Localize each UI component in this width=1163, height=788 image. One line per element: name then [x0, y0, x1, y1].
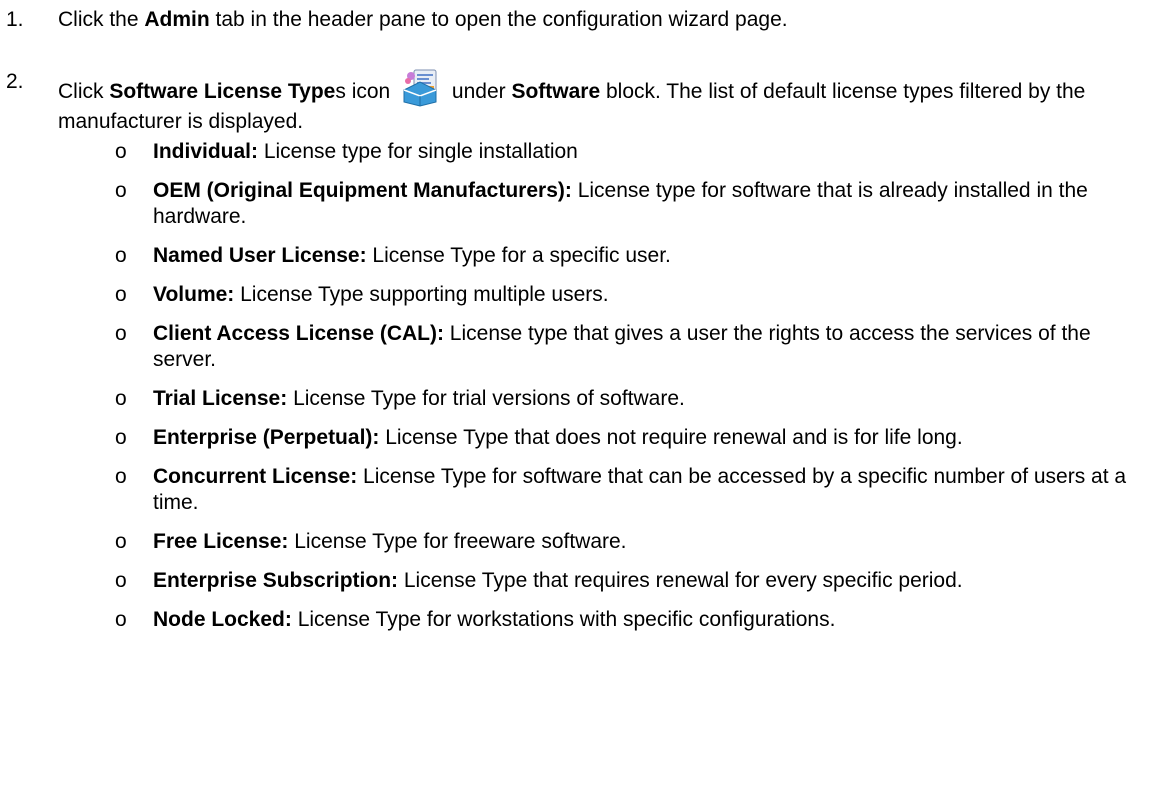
step-text: Click Software License Types icon under …	[58, 68, 1156, 135]
step-text-prefix: Click the	[58, 8, 145, 31]
license-description: License Type that does not require renew…	[379, 426, 963, 449]
step-2: 2. Click Software License Types icon und…	[6, 68, 1156, 135]
list-item: o OEM (Original Equipment Manufacturers):…	[0, 178, 1163, 230]
step-1: 1. Click the Admin tab in the header pan…	[6, 6, 1156, 33]
license-description: License Type supporting multiple users.	[234, 283, 609, 306]
software-license-types-label: Software License Type	[109, 80, 336, 103]
list-item: o Concurrent License: License Type for so…	[0, 464, 1163, 516]
bullet: o	[115, 387, 127, 410]
license-description: License Type for trial versions of softw…	[287, 387, 685, 410]
step-text-middle: s icon	[335, 80, 397, 103]
bullet: o	[115, 569, 127, 592]
license-term: Named User License:	[153, 244, 367, 267]
list-item: o Enterprise Subscription: License Type t…	[0, 568, 1163, 594]
bullet: o	[115, 244, 127, 267]
license-description: License Type for freeware software.	[288, 530, 627, 553]
license-description: License Type that requires renewal for e…	[398, 569, 963, 592]
list-item: o Volume: License Type supporting multipl…	[0, 282, 1163, 308]
list-item: o Free License: License Type for freeware…	[0, 529, 1163, 555]
license-term: Concurrent License:	[153, 465, 358, 488]
list-item: o Individual: License type for single ins…	[0, 139, 1163, 165]
bullet: o	[115, 283, 127, 306]
step-text-suffix: tab in the header pane to open the confi…	[209, 8, 788, 31]
license-term: Individual:	[153, 140, 258, 163]
bullet: o	[115, 140, 127, 163]
bullet: o	[115, 530, 127, 553]
license-term: Volume:	[153, 283, 235, 306]
license-description: License type for single installation	[258, 140, 578, 163]
software-license-types-icon	[400, 68, 442, 108]
list-item: o Trial License: License Type for trial v…	[0, 386, 1163, 412]
license-term: Node Locked:	[153, 608, 292, 631]
list-item: o Client Access License (CAL): License ty…	[0, 321, 1163, 373]
bullet: o	[115, 608, 127, 631]
step-number: 2.	[6, 70, 24, 93]
license-description: License Type for workstations with speci…	[291, 608, 836, 631]
license-term: Free License:	[153, 530, 289, 553]
license-term: Client Access License (CAL):	[153, 322, 444, 345]
step-text-middle: under	[446, 80, 512, 103]
list-item: o Node Locked: License Type for workstati…	[0, 607, 1163, 633]
step-number: 1.	[6, 8, 24, 31]
license-description: License Type for a specific user.	[366, 244, 671, 267]
license-term: Enterprise Subscription:	[153, 569, 399, 592]
list-item: o Named User License: License Type for a …	[0, 243, 1163, 269]
step-text-prefix: Click	[58, 80, 110, 103]
admin-tab-label: Admin	[144, 8, 210, 31]
bullet: o	[115, 465, 127, 488]
license-term: Trial License:	[153, 387, 288, 410]
license-term: OEM (Original Equipment Manufacturers):	[153, 179, 572, 202]
bullet: o	[115, 179, 127, 202]
software-block-label: Software	[511, 80, 601, 103]
bullet: o	[115, 426, 127, 449]
step-text: Click the Admin tab in the header pane t…	[58, 6, 1156, 33]
list-item: o Enterprise (Perpetual): License Type th…	[0, 425, 1163, 451]
bullet: o	[115, 322, 127, 345]
license-types-list: o Individual: License type for single ins…	[0, 139, 1163, 646]
document-body: 1. Click the Admin tab in the header pan…	[0, 0, 1163, 788]
license-term: Enterprise (Perpetual):	[153, 426, 380, 449]
